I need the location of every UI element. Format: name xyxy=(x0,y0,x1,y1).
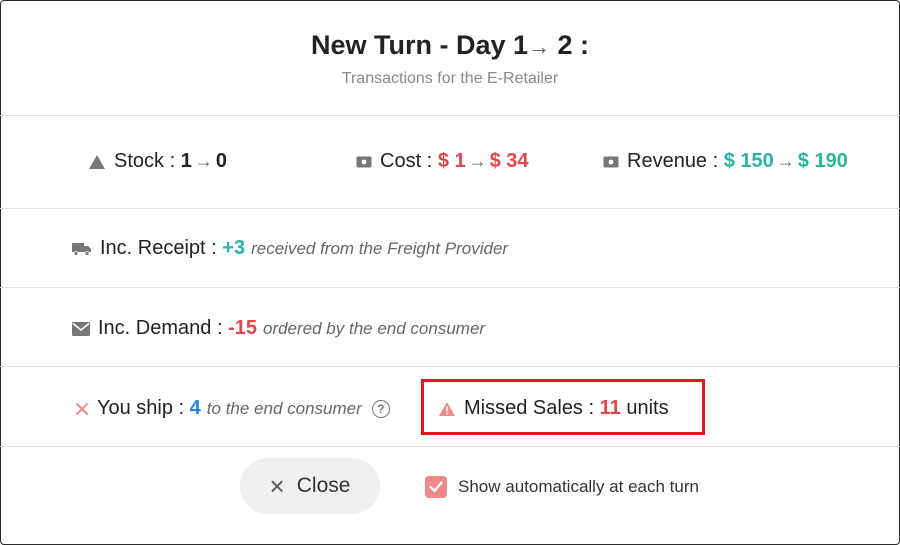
stock-label: Stock : xyxy=(114,150,176,172)
auto-show-label[interactable]: Show automatically at each turn xyxy=(458,477,699,497)
money-icon xyxy=(356,156,372,168)
close-icon: × xyxy=(269,470,285,501)
receipt-row: Inc. Receipt : +3 received from the Freig… xyxy=(72,237,508,260)
dialog-title: New Turn - Day 1→ 2 : xyxy=(0,30,900,61)
revenue-to: $ 190 xyxy=(797,150,848,172)
receipt-label: Inc. Receipt : xyxy=(100,237,217,259)
check-icon xyxy=(429,481,443,493)
cost-label: Cost : xyxy=(380,150,433,172)
receipt-value: +3 xyxy=(222,237,246,259)
demand-value: -15 xyxy=(228,317,257,339)
ship-desc: to the end consumer xyxy=(206,398,362,418)
receipt-desc: received from the Freight Provider xyxy=(251,238,509,258)
ship-value: 4 xyxy=(189,397,201,419)
revenue-stat: Revenue : $ 150 → $ 190 xyxy=(603,150,848,173)
ship-label: You ship : xyxy=(97,397,185,419)
cost-stat: Cost : $ 1 → $ 34 xyxy=(356,150,529,173)
x-icon xyxy=(75,402,89,416)
title-suffix: 2 : xyxy=(557,30,590,60)
revenue-arrow: → xyxy=(776,151,795,171)
revenue-label: Revenue : xyxy=(627,150,719,172)
close-button[interactable]: × Close xyxy=(240,458,380,514)
truck-icon xyxy=(72,242,92,256)
divider xyxy=(0,287,900,288)
cost-arrow: → xyxy=(468,151,487,171)
divider xyxy=(0,446,900,447)
divider xyxy=(0,115,900,116)
divider xyxy=(0,208,900,209)
cost-to: $ 34 xyxy=(489,150,529,172)
cost-from: $ 1 xyxy=(437,150,466,172)
close-label: Close xyxy=(296,474,351,497)
demand-desc: ordered by the end consumer xyxy=(262,318,486,338)
missed-sales-highlight xyxy=(421,379,705,435)
auto-show-checkbox[interactable] xyxy=(425,476,447,498)
stock-to: 0 xyxy=(215,150,227,172)
ship-row: You ship : 4 to the end consumer ? xyxy=(75,397,390,420)
revenue-from: $ 150 xyxy=(723,150,774,172)
triangle-icon xyxy=(88,154,106,170)
demand-label: Inc. Demand : xyxy=(98,317,223,339)
stock-from: 1 xyxy=(180,150,192,172)
envelope-icon xyxy=(72,321,90,336)
title-arrow: → xyxy=(528,34,550,59)
demand-row: Inc. Demand : -15 ordered by the end cons… xyxy=(72,317,485,340)
title-prefix: New Turn - Day 1 xyxy=(310,30,528,60)
divider xyxy=(0,366,900,367)
help-icon[interactable]: ? xyxy=(371,399,390,418)
dialog-subtitle: Transactions for the E-Retailer xyxy=(341,70,559,87)
stock-arrow: → xyxy=(194,151,213,171)
money-icon xyxy=(603,156,619,168)
stock-stat: Stock : 1 → 0 xyxy=(88,150,227,173)
